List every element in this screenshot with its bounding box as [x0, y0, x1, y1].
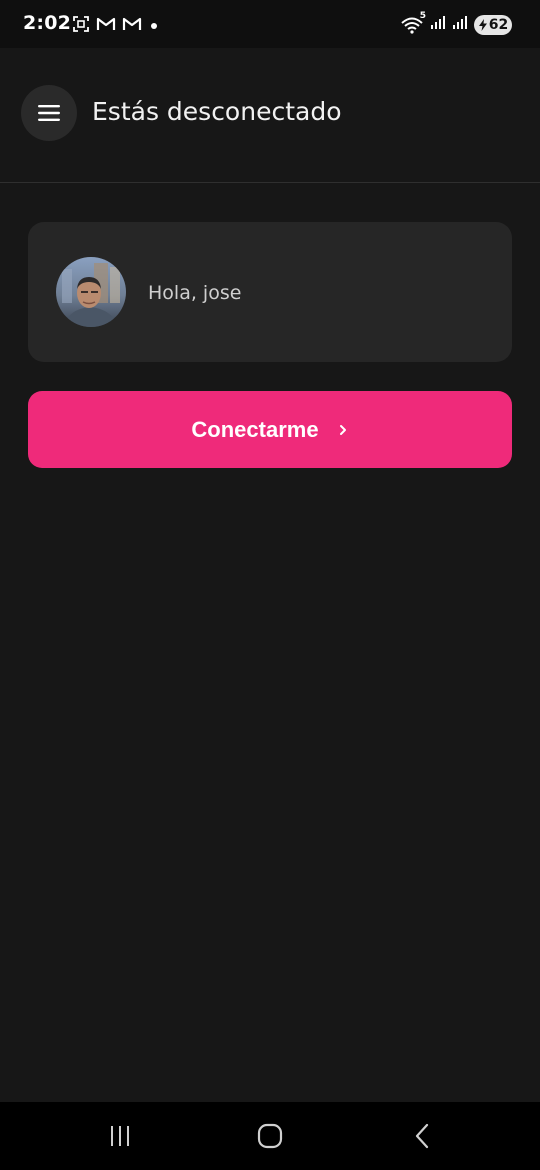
- charging-bolt-icon: [478, 18, 487, 31]
- back-icon: [415, 1123, 429, 1149]
- home-icon: [257, 1123, 283, 1149]
- hamburger-menu-icon: [38, 105, 60, 121]
- network-type-label: 5: [419, 10, 426, 21]
- status-bar: 2:02 5 62: [0, 0, 540, 48]
- signal-icon: [430, 14, 446, 35]
- system-nav-bar: [0, 1102, 540, 1170]
- app-header: Estás desconectado: [0, 48, 540, 183]
- connect-button[interactable]: Conectarme: [28, 391, 512, 468]
- gmail-icon: [96, 16, 116, 37]
- notification-dot-icon: [148, 18, 160, 36]
- greeting-card: Hola, jose: [28, 222, 512, 362]
- status-time: 2:02: [23, 12, 72, 34]
- recent-apps-button[interactable]: [90, 1116, 150, 1156]
- greeting-text: Hola, jose: [148, 282, 242, 304]
- recent-apps-icon: [111, 1126, 129, 1146]
- user-avatar: [56, 257, 126, 327]
- status-left-icons: [72, 15, 160, 38]
- signal-icon: [452, 14, 468, 35]
- back-button[interactable]: [392, 1116, 452, 1156]
- page-title: Estás desconectado: [92, 97, 342, 126]
- wifi-icon: 5: [400, 11, 426, 35]
- screenshot-icon: [72, 15, 90, 38]
- gmail-icon: [122, 16, 142, 37]
- connect-button-label: Conectarme: [191, 416, 319, 442]
- menu-button[interactable]: [21, 85, 77, 141]
- chevron-right-icon: [339, 424, 346, 435]
- battery-level: 62: [488, 16, 509, 33]
- status-right-icons: 5 62: [400, 11, 512, 35]
- home-button[interactable]: [240, 1116, 300, 1156]
- battery-icon: 62: [474, 14, 512, 35]
